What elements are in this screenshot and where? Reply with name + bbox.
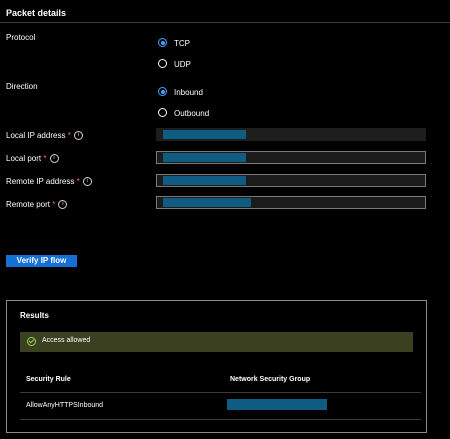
required-marker: * [76,177,80,186]
required-marker: * [67,131,71,140]
section-title: Packet details [6,8,67,18]
status-banner: Access allowed [20,332,413,352]
remote-ip-label-text: Remote IP address [6,177,75,186]
protocol-label: Protocol [6,33,36,42]
info-icon[interactable]: i [58,200,68,210]
verify-ip-flow-button[interactable]: Verify IP flow [6,255,77,267]
info-icon[interactable]: i [82,177,92,187]
results-panel: Results Access allowed Security Rule Net… [6,300,427,433]
status-text: Access allowed [42,337,91,344]
check-circle-icon [27,337,36,346]
results-title: Results [20,311,49,320]
local-port-label: Local port * i [6,154,59,164]
remote-ip-redacted-value [163,176,246,185]
column-header-security-rule: Security Rule [26,376,71,383]
local-ip-redacted-value [163,130,246,139]
info-icon[interactable]: i [73,131,83,141]
protocol-udp-label[interactable]: UDP [174,60,191,69]
remote-port-label-text: Remote port [6,200,51,209]
required-marker: * [52,200,56,209]
local-ip-label: Local IP address * i [6,131,83,141]
direction-outbound-label[interactable]: Outbound [174,109,209,118]
protocol-udp-radio[interactable] [158,59,167,68]
local-ip-field[interactable] [156,128,426,141]
required-marker: * [43,154,47,163]
column-header-nsg: Network Security Group [230,376,311,383]
local-ip-label-text: Local IP address [6,131,66,140]
direction-inbound-radio[interactable] [158,87,167,96]
protocol-tcp-radio[interactable] [158,38,167,47]
remote-ip-field[interactable] [156,174,426,187]
direction-inbound-label[interactable]: Inbound [174,88,203,97]
local-port-label-text: Local port [6,154,42,163]
table-row-divider [20,419,421,420]
remote-port-redacted-value [163,198,251,207]
remote-port-label: Remote port * i [6,200,68,210]
security-rule-cell: AllowAnyHTTPSInbound [26,402,104,409]
remote-port-field[interactable] [156,196,426,209]
local-port-field[interactable] [156,151,426,164]
protocol-tcp-label[interactable]: TCP [174,39,190,48]
direction-outbound-radio[interactable] [158,108,167,117]
header-divider [0,22,450,23]
info-icon[interactable]: i [49,154,59,164]
remote-ip-label: Remote IP address * i [6,177,92,187]
nsg-redacted-value [227,399,327,410]
direction-label: Direction [6,82,38,91]
table-row: AllowAnyHTTPSInbound [7,393,426,419]
local-port-redacted-value [163,153,246,162]
